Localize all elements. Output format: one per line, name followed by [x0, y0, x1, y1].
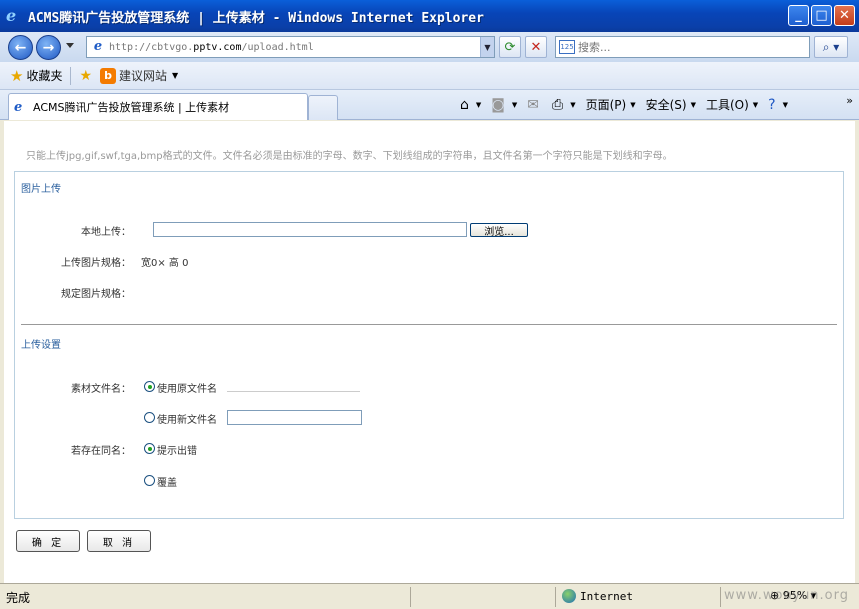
show-error-radio[interactable]: [144, 443, 155, 454]
cancel-button[interactable]: 取 消: [87, 530, 151, 552]
printer-icon: ⎙: [552, 96, 564, 113]
overwrite-radio[interactable]: [144, 475, 155, 486]
use-original-name-label[interactable]: 使用原文件名: [157, 380, 217, 395]
search-button[interactable]: ⌕ ▾: [814, 36, 848, 58]
use-original-name-radio[interactable]: [144, 381, 155, 392]
search-box[interactable]: 125: [555, 36, 810, 58]
address-toolbar: ← → e http://cbtvgo.pptv.com/upload.html…: [0, 32, 859, 62]
window-title: ACMS腾讯广告投放管理系统 | 上传素材 - Windows Internet…: [28, 10, 484, 26]
separator: [720, 587, 721, 607]
new-filename-input[interactable]: [227, 410, 362, 425]
suggested-sites-icon: b: [100, 67, 117, 84]
local-upload-label: 本地上传：: [81, 227, 131, 238]
use-new-name-radio[interactable]: [144, 412, 155, 423]
tab-bar: e ACMS腾讯广告投放管理系统 | 上传素材 ⌂ ▼ ◙ ▼ ✉ ⎙ ▼ 页面(P)…: [0, 90, 859, 120]
use-new-name-label[interactable]: 使用新文件名: [157, 411, 217, 426]
search-input[interactable]: [578, 40, 778, 54]
help-button[interactable]: ? ▼: [768, 97, 788, 113]
address-dropdown-icon[interactable]: ▼: [480, 37, 494, 57]
separator: [555, 587, 556, 607]
maximize-button[interactable]: □: [811, 5, 832, 26]
address-url: http://cbtvgo.pptv.com/upload.html: [109, 41, 314, 53]
ok-button[interactable]: 确 定: [16, 530, 80, 552]
duplicate-label: 若存在同名：: [71, 446, 131, 457]
file-path-input[interactable]: [153, 222, 467, 237]
image-spec-value: 宽0× 高 0: [141, 258, 189, 269]
browse-button[interactable]: 浏览...: [470, 223, 528, 238]
favorites-button[interactable]: 收藏夹: [26, 67, 62, 84]
forward-button[interactable]: →: [36, 35, 61, 60]
image-spec-label: 上传图片规格：: [61, 258, 131, 269]
home-icon: ⌂: [460, 96, 469, 113]
stop-button[interactable]: ✕: [525, 36, 547, 58]
suggested-sites-link[interactable]: 建议网站: [119, 67, 167, 84]
help-icon: ?: [768, 96, 776, 113]
globe-icon: [562, 589, 576, 603]
page-content: 只能上传jpg,gif,swf,tga,bmp格式的文件。文件名必须是由标准的字…: [4, 121, 855, 583]
watermark: www.wooyun.org: [724, 588, 850, 603]
print-button[interactable]: ⎙ ▼: [552, 97, 576, 113]
minimize-button[interactable]: _: [788, 5, 809, 26]
tab-active[interactable]: e ACMS腾讯广告投放管理系统 | 上传素材: [8, 93, 308, 120]
page-icon: e: [93, 39, 103, 54]
favorites-bar: ★ 收藏夹 ★ b 建议网站 ▼: [0, 62, 859, 90]
separator: [410, 587, 411, 607]
overwrite-label[interactable]: 覆盖: [157, 474, 177, 489]
upload-panel: 图片上传 本地上传： 浏览... 上传图片规格： 宽0× 高 0 规定图片规格：…: [14, 171, 844, 519]
tab-title: ACMS腾讯广告投放管理系统 | 上传素材: [33, 101, 230, 114]
required-spec-label: 规定图片规格：: [61, 289, 131, 300]
command-bar: ⌂ ▼ ◙ ▼ ✉ ⎙ ▼ 页面(P) ▼ 安全(S) ▼ 工具(O) ▼ ? ▼: [460, 96, 798, 113]
rss-icon: ◙: [491, 96, 505, 113]
feeds-button[interactable]: ◙ ▼: [491, 97, 517, 113]
window-titlebar: e ACMS腾讯广告投放管理系统 | 上传素材 - Windows Intern…: [0, 0, 859, 32]
page-menu[interactable]: 页面(P) ▼: [586, 96, 636, 113]
page-icon: e: [14, 99, 23, 115]
image-upload-section-title: 图片上传: [21, 184, 61, 195]
close-button[interactable]: ✕: [834, 5, 855, 26]
section-divider: [21, 324, 837, 325]
security-zone[interactable]: Internet: [562, 589, 633, 603]
chevron-down-icon[interactable]: ▼: [172, 71, 178, 80]
window-controls: _ □ ✕: [788, 5, 855, 26]
tools-menu[interactable]: 工具(O) ▼: [706, 96, 758, 113]
address-bar[interactable]: e http://cbtvgo.pptv.com/upload.html ▼: [86, 36, 495, 58]
show-error-label[interactable]: 提示出错: [157, 442, 197, 457]
separator: [70, 66, 72, 85]
mail-button[interactable]: ✉: [527, 97, 542, 113]
upload-settings-section-title: 上传设置: [21, 340, 61, 351]
ie-logo-icon: e: [6, 6, 17, 25]
back-button[interactable]: ←: [8, 35, 33, 60]
toolbar-overflow-icon[interactable]: »: [846, 94, 853, 107]
filename-label: 素材文件名：: [71, 384, 131, 395]
history-dropdown-icon[interactable]: [66, 43, 74, 48]
upload-notice: 只能上传jpg,gif,swf,tga,bmp格式的文件。文件名必须是由标准的字…: [26, 151, 673, 162]
original-name-field: [227, 391, 360, 392]
status-text: 完成: [6, 591, 31, 605]
safety-menu[interactable]: 安全(S) ▼: [646, 96, 696, 113]
search-provider-icon: 125: [559, 40, 575, 54]
new-tab-button[interactable]: [308, 95, 338, 120]
add-favorite-icon[interactable]: ★: [79, 68, 92, 84]
home-button[interactable]: ⌂ ▼: [460, 97, 481, 113]
refresh-button[interactable]: ⟳: [499, 36, 521, 58]
mail-icon: ✉: [527, 96, 539, 113]
favorites-star-icon[interactable]: ★: [10, 67, 23, 85]
